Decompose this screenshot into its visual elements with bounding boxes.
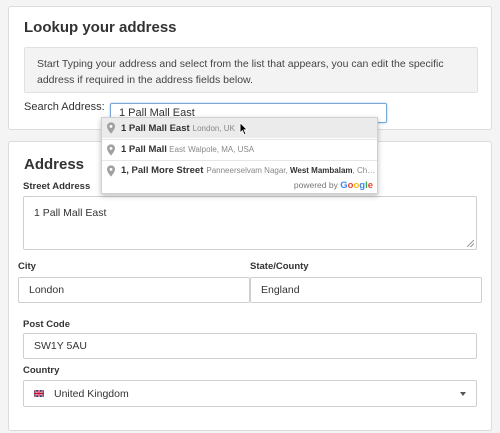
suggestion-secondary-text: London, UK bbox=[192, 123, 235, 133]
suggestion-main-text: 1 Pall Mall East bbox=[121, 122, 190, 134]
city-field[interactable]: London bbox=[18, 277, 250, 303]
mouse-cursor-icon bbox=[239, 122, 249, 136]
post-code-label: Post Code bbox=[23, 319, 70, 330]
city-value: London bbox=[29, 284, 65, 296]
powered-by-google: powered by Google bbox=[293, 180, 373, 191]
country-label: Country bbox=[23, 365, 60, 376]
address-title: Address bbox=[24, 156, 85, 173]
post-code-field[interactable]: SW1Y 5AU bbox=[23, 333, 477, 359]
map-pin-icon bbox=[107, 122, 115, 134]
uk-flag-icon bbox=[34, 390, 44, 397]
lookup-card: Lookup your address Start Typing your ad… bbox=[8, 6, 492, 130]
suggestion-item[interactable]: 1, Pall More Street Panneerselvam Nagar,… bbox=[102, 160, 377, 180]
suggestion-secondary-text: Walpole, MA, USA bbox=[188, 145, 255, 154]
resize-handle-icon[interactable] bbox=[467, 240, 474, 247]
suggestion-item[interactable]: 1 Pall Mall East Walpole, MA, USA bbox=[102, 139, 377, 159]
state-county-value: England bbox=[261, 284, 300, 296]
state-county-label: State/County bbox=[250, 261, 309, 272]
search-address-label: Search Address: bbox=[24, 101, 105, 113]
country-value: United Kingdom bbox=[54, 387, 129, 400]
map-pin-icon bbox=[107, 164, 115, 177]
country-select[interactable]: United Kingdom bbox=[23, 380, 477, 407]
chevron-down-icon bbox=[460, 392, 466, 396]
post-code-value: SW1Y 5AU bbox=[34, 340, 87, 352]
suggestion-main-text: 1 Pall Mall bbox=[121, 144, 167, 155]
street-address-label: Street Address bbox=[23, 181, 91, 192]
map-pin-icon bbox=[107, 143, 115, 156]
lookup-info-box: Start Typing your address and select fro… bbox=[24, 47, 478, 93]
street-address-value: 1 Pall Mall East bbox=[34, 207, 107, 219]
google-logo: Google bbox=[340, 180, 373, 191]
street-address-textarea[interactable]: 1 Pall Mall East bbox=[23, 196, 477, 250]
suggestion-main-text: 1, Pall More Street bbox=[121, 165, 204, 176]
suggestion-secondary-text: Panneerselvam Nagar, West Mambalam, Chen… bbox=[206, 166, 377, 175]
city-label: City bbox=[18, 261, 36, 272]
state-county-field[interactable]: England bbox=[250, 277, 482, 303]
lookup-title: Lookup your address bbox=[24, 19, 177, 36]
